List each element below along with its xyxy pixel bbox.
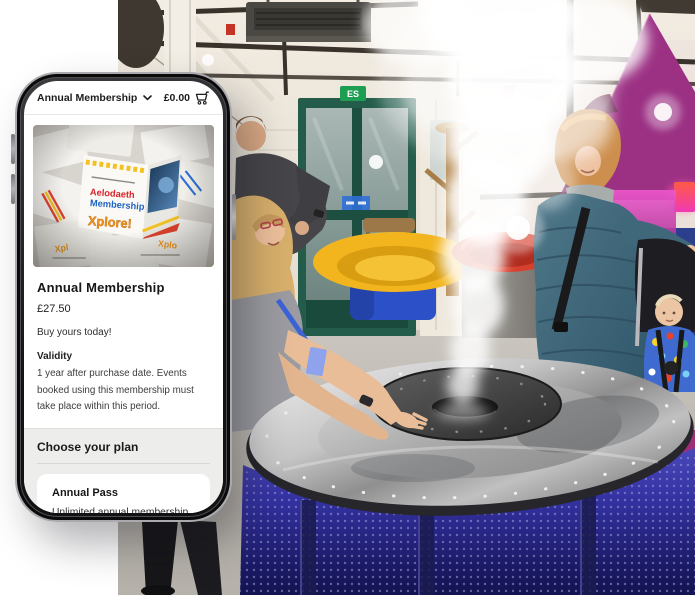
product-selector-label: Annual Membership <box>37 92 137 104</box>
power-button <box>232 194 236 240</box>
plan-section-heading: Choose your plan <box>37 440 210 464</box>
plan-card-annual-pass[interactable]: Annual Pass Unlimited annual membership <box>37 474 210 513</box>
product-price: £27.50 <box>37 303 210 315</box>
membership-cards-photo: Xpl Xplo Aelodaeth Membership Xplore! <box>33 125 214 267</box>
plan-name: Annual Pass <box>52 487 195 499</box>
phone-frame: Annual Membership £0.00 <box>15 72 232 522</box>
volume-down-button <box>11 174 15 204</box>
screen-header: Annual Membership £0.00 <box>24 81 223 115</box>
cart-total: £0.00 <box>164 92 190 104</box>
cart-icon <box>195 91 210 105</box>
cart-button[interactable]: £0.00 <box>164 91 210 105</box>
product-selector[interactable]: Annual Membership <box>37 92 152 104</box>
product-image: Xpl Xplo Aelodaeth Membership Xplore! <box>33 125 214 267</box>
product-info: Annual Membership £27.50 Buy yours today… <box>24 267 223 416</box>
validity-heading: Validity <box>37 351 210 362</box>
plan-section: Choose your plan Annual Pass Unlimited a… <box>24 428 223 513</box>
product-tagline: Buy yours today! <box>37 327 210 338</box>
plan-description: Unlimited annual membership <box>52 507 195 513</box>
chevron-down-icon <box>143 95 152 101</box>
volume-up-button <box>11 134 15 164</box>
exit-sign-text: ES <box>347 89 359 99</box>
validity-body: 1 year after purchase date. Events booke… <box>37 366 210 416</box>
page: ES <box>0 0 695 595</box>
phone-screen: Annual Membership £0.00 <box>24 81 223 513</box>
product-title: Annual Membership <box>37 280 210 295</box>
